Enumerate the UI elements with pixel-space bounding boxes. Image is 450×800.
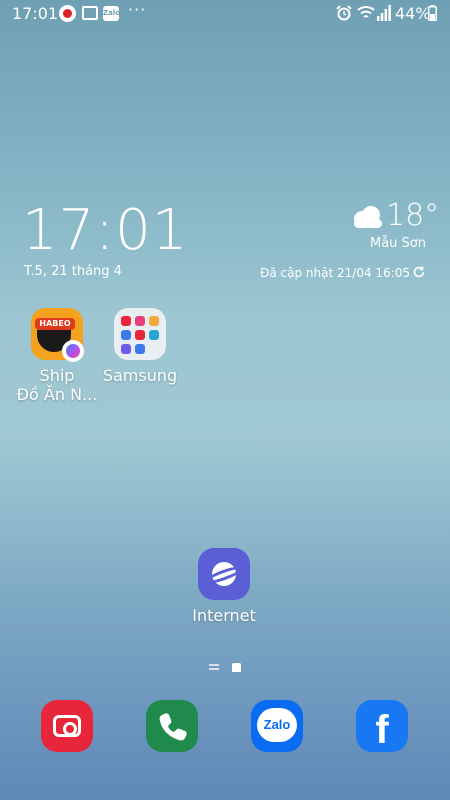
signal-icon [377,5,391,21]
cloud-icon[interactable] [350,205,384,229]
battery-icon [428,5,437,21]
clock-widget-time[interactable]: 17:01 [22,198,188,263]
app-label-samsung: Samsung [102,366,178,385]
gallery-icon [82,6,98,20]
mini-app-icon [121,316,131,326]
messenger-badge-icon [62,340,84,362]
mini-app-icon [121,344,131,354]
mini-app-icon [135,330,145,340]
notification-dot-icon [59,5,76,22]
dock-phone[interactable] [146,700,198,752]
wifi-icon [357,6,375,18]
habeo-logo-text: HABEO [35,318,75,330]
app-samsung-folder[interactable]: Samsung [95,308,185,385]
mini-app-icon [149,316,159,326]
page-indicator-home[interactable] [232,663,241,672]
facebook-icon: f [375,708,389,752]
app-ship-do-an[interactable]: HABEO Ship Đồ Ăn N... [12,308,102,404]
app-label-ship: Ship Đồ Ăn N... [12,366,102,404]
more-icon: ··· [128,0,147,19]
mini-app-icon [149,330,159,340]
internet-icon [198,548,250,600]
status-bar[interactable]: 17:01 Zalo ··· 44% [0,0,450,28]
dock-zalo[interactable]: Zalo [251,700,303,752]
page-indicator-menu[interactable] [209,664,219,670]
app-label-ship-line2: Đồ Ăn N... [16,385,98,404]
samsung-folder-icon [114,308,166,360]
weather-location[interactable]: Mẫu Sơn [370,236,426,251]
mini-app-icon [135,344,145,354]
alarm-icon [336,5,352,21]
app-internet[interactable]: Internet [179,548,269,625]
camera-icon [53,715,81,737]
dock-camera[interactable] [41,700,93,752]
mini-app-icon [135,316,145,326]
weather-temperature[interactable]: 18° [386,198,439,233]
app-label-internet: Internet [192,606,256,625]
zalo-icon: Zalo [257,708,297,742]
phone-icon [159,713,187,741]
zalo-notification-icon: Zalo [103,6,120,21]
mini-app-icon [121,330,131,340]
dock-facebook[interactable]: f [356,700,408,752]
clock-widget-date[interactable]: T.5, 21 tháng 4 [24,264,122,279]
status-time: 17:01 [12,4,59,23]
app-label-ship-line1: Ship [39,366,75,385]
weather-updated: Đã cập nhật 21/04 16:05 [260,266,410,280]
battery-percentage: 44% [395,4,431,23]
refresh-icon[interactable] [412,265,426,279]
